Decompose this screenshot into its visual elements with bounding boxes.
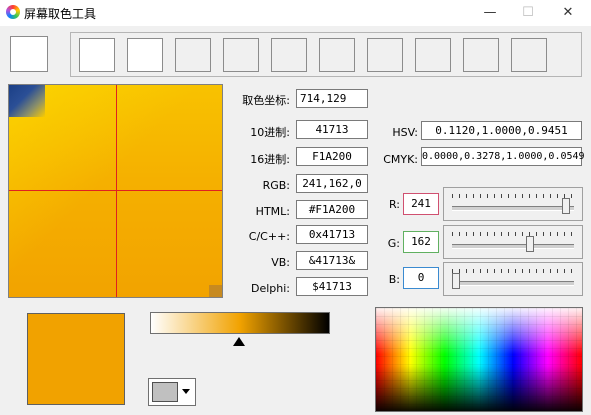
cmyk-field[interactable]: 0.0000,0.3278,1.0000,0.0549 xyxy=(421,147,585,166)
magnifier-corner-region xyxy=(209,285,222,297)
html-label: HTML: xyxy=(255,205,290,218)
magnifier-view[interactable] xyxy=(8,84,223,298)
history-slot[interactable] xyxy=(271,38,307,72)
hex-label: 16进制: xyxy=(250,153,290,166)
history-slot[interactable] xyxy=(415,38,451,72)
g-slider-track xyxy=(452,244,574,249)
gradient-marker-icon[interactable] xyxy=(233,337,245,346)
r-slider-thumb[interactable] xyxy=(561,198,570,214)
coord-field[interactable]: 714,129 xyxy=(296,89,368,108)
magnifier-dark-region xyxy=(9,85,45,117)
dec-label: 10进制: xyxy=(250,126,290,139)
minimize-button[interactable]: — xyxy=(470,0,510,26)
crosshair-horizontal xyxy=(9,190,222,191)
chevron-down-icon[interactable] xyxy=(182,389,190,394)
color-history-bar xyxy=(70,32,582,77)
color-dropdown[interactable] xyxy=(148,378,196,406)
maximize-button[interactable]: ☐ xyxy=(508,0,548,26)
close-button[interactable]: ✕ xyxy=(548,0,588,26)
hsv-label: HSV: xyxy=(392,126,418,139)
b-slider-thumb[interactable] xyxy=(452,273,460,289)
g-slider-thumb[interactable] xyxy=(525,236,534,252)
color-palette[interactable] xyxy=(375,307,583,412)
color-wheel-icon xyxy=(6,5,20,19)
cmyk-label: CMYK: xyxy=(383,153,418,166)
history-slot[interactable] xyxy=(463,38,499,72)
window-title: 屏幕取色工具 xyxy=(24,7,97,21)
r-label: R: xyxy=(388,198,400,211)
palette-grid xyxy=(376,308,582,411)
history-slot[interactable] xyxy=(79,38,115,72)
delphi-label: Delphi: xyxy=(250,282,290,295)
shade-gradient-bar[interactable] xyxy=(150,312,330,334)
b-value-field[interactable]: 0 xyxy=(403,267,439,289)
coord-label: 取色坐标: xyxy=(242,94,290,107)
history-slot[interactable] xyxy=(223,38,259,72)
history-slot[interactable] xyxy=(127,38,163,72)
title-bar[interactable]: 屏幕取色工具 — ☐ ✕ xyxy=(0,0,591,26)
rgb-label: RGB: xyxy=(262,179,290,192)
g-label: G: xyxy=(387,237,400,250)
b-slider-track xyxy=(452,281,574,286)
picked-color-preview xyxy=(27,313,125,405)
rgb-field[interactable]: 241,162,0 xyxy=(296,174,368,193)
history-slot[interactable] xyxy=(175,38,211,72)
history-slot[interactable] xyxy=(511,38,547,72)
r-value-field[interactable]: 241 xyxy=(403,193,439,215)
crosshair-vertical xyxy=(116,85,117,297)
dropdown-swatch xyxy=(152,382,178,402)
r-slider[interactable] xyxy=(443,187,583,221)
b-label: B: xyxy=(388,273,400,286)
history-slot[interactable] xyxy=(367,38,403,72)
b-slider-ticks xyxy=(452,269,574,273)
g-value-field[interactable]: 162 xyxy=(403,231,439,253)
hsv-field[interactable]: 0.1120,1.0000,0.9451 xyxy=(421,121,582,140)
g-slider-ticks xyxy=(452,232,574,236)
history-slot[interactable] xyxy=(319,38,355,72)
app-window: 屏幕取色工具 — ☐ ✕ 取色坐标: 714,129 10进制: 41713 1… xyxy=(0,0,591,415)
vb-field[interactable]: &41713& xyxy=(296,251,368,270)
vb-label: VB: xyxy=(271,256,290,269)
g-slider[interactable] xyxy=(443,225,583,259)
r-slider-track xyxy=(452,206,574,211)
cpp-label: C/C++: xyxy=(248,230,290,243)
r-slider-ticks xyxy=(452,194,574,198)
current-color-swatch[interactable] xyxy=(10,36,48,72)
b-slider[interactable] xyxy=(443,262,583,296)
